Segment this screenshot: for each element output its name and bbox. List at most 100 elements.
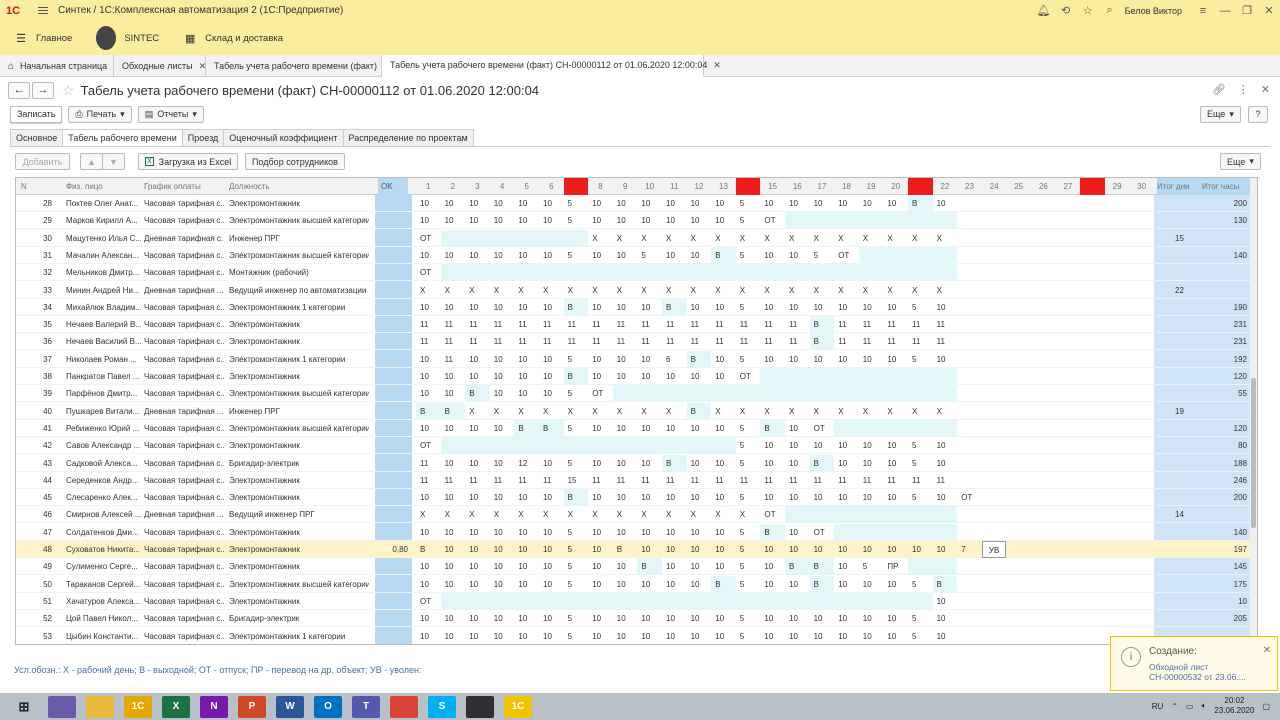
cell-day[interactable]: 11	[416, 455, 441, 472]
cell-day[interactable]: 10	[490, 610, 515, 627]
cell-day[interactable]	[883, 523, 908, 541]
cell-day[interactable]	[932, 523, 958, 541]
cell-day[interactable]: 10	[687, 576, 712, 593]
cell-day[interactable]	[957, 472, 982, 489]
cell-position[interactable]: Монтажник (рабочий)	[229, 264, 369, 281]
col-header-day[interactable]	[1080, 178, 1105, 195]
cell-day[interactable]: 11	[810, 472, 835, 489]
volume-icon[interactable]: 🔈︎	[1202, 701, 1207, 711]
cell-day[interactable]: 10	[785, 628, 810, 645]
cell-day[interactable]: 11	[564, 316, 589, 333]
star-icon[interactable]: ☆	[1077, 4, 1099, 17]
cell-day[interactable]	[908, 264, 933, 282]
cell-day[interactable]: 10	[588, 541, 613, 558]
cell-day[interactable]	[834, 523, 859, 541]
cell-day[interactable]	[662, 385, 687, 403]
col-header-day[interactable]: 24	[982, 178, 1007, 195]
cell-day[interactable]: 10	[859, 299, 884, 316]
cell-day[interactable]	[1129, 593, 1154, 610]
cell-day[interactable]	[1129, 541, 1154, 558]
cell-day[interactable]	[440, 437, 466, 455]
cell-day[interactable]: 5	[564, 351, 589, 368]
cell-day[interactable]: 10	[514, 524, 539, 541]
chrome-icon[interactable]	[390, 695, 418, 718]
cell-day[interactable]: Х	[637, 230, 662, 247]
cell-day[interactable]	[982, 385, 1007, 402]
move-down-button[interactable]: ▼	[102, 153, 125, 170]
cell-day[interactable]: 10	[613, 576, 638, 593]
cell-day[interactable]: 11	[465, 316, 490, 333]
cell-ok[interactable]	[378, 506, 408, 523]
cell-day[interactable]: 10	[441, 368, 466, 385]
cell-day[interactable]	[686, 264, 712, 282]
cell-day[interactable]: Х	[539, 403, 564, 420]
cell-day[interactable]: 11	[441, 316, 466, 333]
cell-day[interactable]: 5	[564, 385, 589, 402]
cell-schedule[interactable]: Часовая тарифная с...	[144, 489, 224, 506]
cell-day[interactable]	[1129, 576, 1154, 593]
cell-day[interactable]: 10	[933, 437, 958, 454]
cell-day[interactable]: 10	[637, 576, 662, 593]
cell-day[interactable]: В	[908, 195, 933, 212]
cell-day[interactable]: 5	[908, 628, 933, 645]
cell-day[interactable]	[1129, 437, 1154, 454]
cell-schedule[interactable]: Часовая тарифная с...	[144, 316, 224, 333]
cell-day[interactable]	[1056, 403, 1081, 420]
cell-ok[interactable]	[378, 593, 408, 610]
col-header-person[interactable]: Физ. лицо	[66, 178, 141, 195]
cell-day[interactable]: Х	[834, 282, 859, 299]
cell-day[interactable]	[1129, 282, 1154, 299]
cell-day[interactable]: Х	[687, 282, 712, 299]
cell-day[interactable]	[1105, 541, 1130, 558]
powerpoint-icon[interactable]: P	[238, 695, 266, 718]
cell-day[interactable]	[1056, 299, 1081, 316]
cell-day[interactable]	[957, 455, 982, 472]
col-header-day[interactable]: 2	[441, 178, 466, 195]
cell-day[interactable]	[1080, 247, 1105, 264]
cell-day[interactable]	[1031, 472, 1056, 489]
cell-person[interactable]: Смирнов Алексей ...	[66, 506, 141, 523]
save-button[interactable]: Записать	[10, 105, 63, 123]
col-header-day[interactable]: 18	[834, 178, 859, 195]
cell-day[interactable]: 10	[441, 247, 466, 264]
cell-day[interactable]: Х	[662, 506, 687, 523]
restore-icon[interactable]: ❐	[1236, 4, 1258, 17]
cell-day[interactable]: 10	[810, 437, 835, 454]
col-header-day[interactable]: 6	[539, 178, 564, 195]
cell-day[interactable]: Х	[933, 282, 958, 299]
cell-day[interactable]	[957, 212, 982, 229]
cell-day[interactable]	[908, 558, 933, 576]
add-button[interactable]: Добавить	[15, 153, 70, 170]
cell-day[interactable]: 10	[687, 247, 712, 264]
cell-day[interactable]	[489, 437, 515, 455]
cell-day[interactable]: 10	[687, 368, 712, 385]
cell-day[interactable]	[1056, 628, 1081, 645]
cell-day[interactable]: 11	[490, 472, 515, 489]
cell-day[interactable]: В	[809, 316, 835, 334]
col-header-day[interactable]: 13	[711, 178, 736, 195]
cell-day[interactable]: 5	[564, 558, 589, 575]
cell-day[interactable]: 10	[465, 576, 490, 593]
search-icon[interactable]: ⌕	[1099, 4, 1121, 17]
cell-day[interactable]	[932, 506, 958, 524]
cell-day[interactable]	[1129, 247, 1154, 264]
cell-day[interactable]: 10	[637, 610, 662, 627]
cell-day[interactable]: ОТ	[760, 212, 785, 229]
cell-day[interactable]: 11	[441, 333, 466, 350]
cell-position[interactable]: Инженер ПРГ	[229, 403, 369, 420]
cell-day[interactable]	[957, 368, 982, 385]
cell-day[interactable]: 11	[834, 316, 859, 333]
notifications-icon[interactable]: ▢	[1262, 702, 1270, 711]
cell-day[interactable]	[809, 592, 835, 610]
cell-day[interactable]	[440, 592, 466, 610]
cell-day[interactable]	[1031, 437, 1056, 454]
cell-day[interactable]: Х	[514, 403, 539, 420]
cell-day[interactable]: 10	[588, 212, 613, 229]
cell-day[interactable]: 10	[662, 212, 687, 229]
cell-day[interactable]	[686, 592, 712, 610]
cell-schedule[interactable]: Часовая тарифная с...	[144, 558, 224, 575]
cell-day[interactable]: 5	[736, 610, 761, 627]
cell-day[interactable]	[883, 212, 908, 230]
cell-day[interactable]	[735, 592, 761, 610]
cell-day[interactable]: 5	[908, 489, 933, 506]
